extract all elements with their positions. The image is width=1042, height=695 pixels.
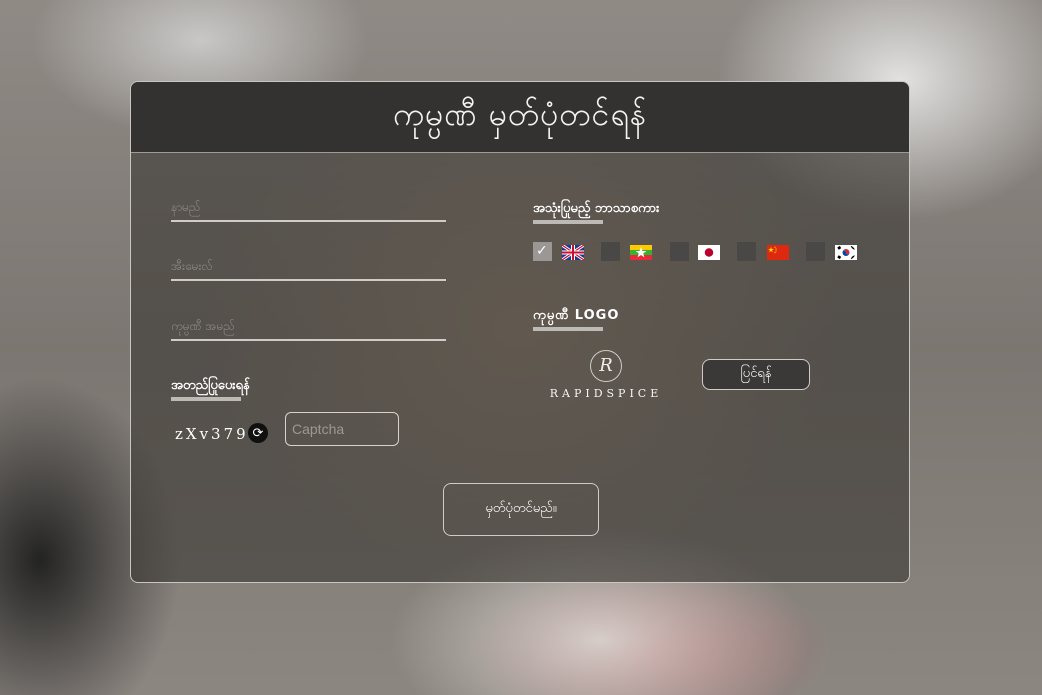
captcha-input[interactable] [285,412,399,446]
refresh-captcha-icon[interactable]: ⟳ [248,423,268,443]
email-field-wrapper [171,253,446,281]
logo-brand-text: RAPIDSPICE [549,387,663,400]
china-flag-icon [767,245,789,260]
email-input[interactable] [171,253,446,279]
language-checkbox-ja[interactable] [670,242,689,261]
language-underline [533,220,603,224]
change-logo-button[interactable]: ပြင်ရန် [702,359,810,390]
language-label: အသုံးပြုမည့် ဘာသာစကား [533,201,660,216]
panel-header: ကုမ္ပဏီ မှတ်ပုံတင်ရန် [131,82,909,153]
company-logo-label: ကုမ္ပဏီ LOGO [533,308,620,323]
japan-flag-icon [698,245,720,260]
name-input[interactable] [171,194,446,220]
language-checkbox-en[interactable] [533,242,552,261]
language-checkbox-ko[interactable] [806,242,825,261]
verify-label: အတည်ပြုပေးရန် [171,378,250,393]
language-checkbox-zh[interactable] [737,242,756,261]
company-logo: R RAPIDSPICE [539,350,673,400]
register-button[interactable]: မှတ်ပုံတင်မည်။ [443,483,599,536]
registration-panel: ကုမ္ပဏီ မှတ်ပုံတင်ရန် အတည်ပြုပေးရန် zXv3… [130,81,910,583]
verify-underline [171,397,241,401]
logo-underline [533,327,603,331]
company-name-input[interactable] [171,313,446,339]
logo-mark-icon: R [590,350,622,382]
name-field-wrapper [171,194,446,222]
company-field-wrapper [171,313,446,341]
language-checkbox-my[interactable] [601,242,620,261]
captcha-code: zXv379 [175,425,249,443]
myanmar-flag-icon [630,245,652,260]
korea-flag-icon [835,245,857,260]
page-title: ကုမ္ပဏီ မှတ်ပုံတင်ရန် [392,95,648,133]
uk-flag-icon [562,245,584,260]
